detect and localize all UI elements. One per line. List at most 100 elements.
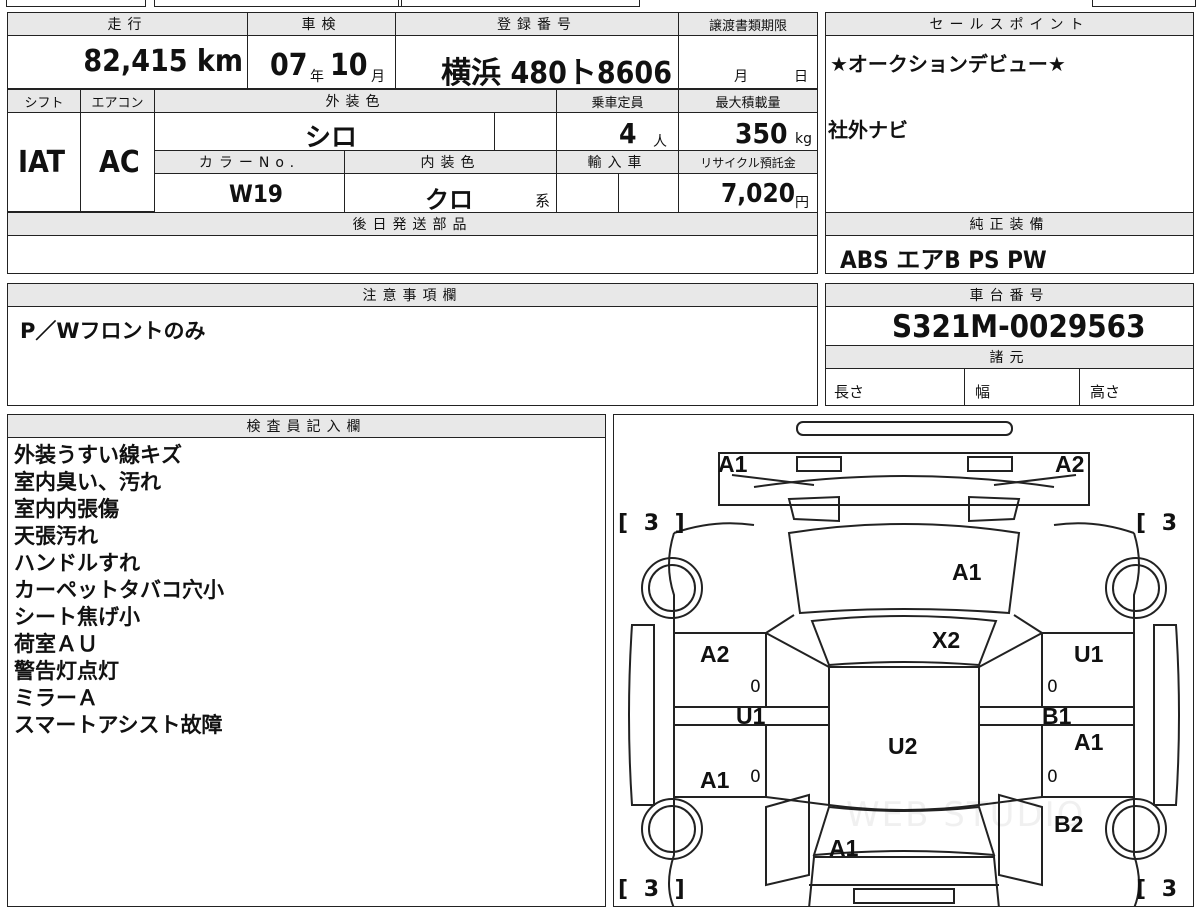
sales-point-cell: ★オークションデビュー★ 社外ナビ [825, 35, 1194, 213]
sales-point-line2: 社外ナビ [828, 118, 908, 142]
shift-value: IAT [18, 145, 66, 180]
notes-value: P／Wフロントのみ [20, 319, 206, 343]
capacity-value: 4 [619, 117, 637, 150]
recycle-value: 7,020 [721, 179, 795, 209]
exterior-color-cell: シロ [154, 112, 495, 153]
length-label: 長さ [834, 383, 865, 401]
chassis-header: 車台番号 [825, 283, 1194, 307]
interior-color-value: クロ [425, 186, 473, 214]
interior-color-header: 内装色 [344, 150, 557, 174]
inspection-cell: 07 年 10 月 [247, 35, 396, 89]
width-label: 幅 [975, 383, 991, 401]
deadline-month: 月 [734, 69, 748, 85]
exterior-color-header: 外装色 [154, 89, 557, 113]
inspector-line: 室内臭い、汚れ [14, 470, 161, 494]
sales-point-line1: ★オークションデビュー★ [830, 52, 1066, 76]
inspection-year: 07 [270, 48, 308, 83]
import-cell-b [618, 173, 679, 213]
height-label: 高さ [1090, 383, 1121, 401]
capacity-header: 乗車定員 [556, 89, 679, 113]
sales-point-header: セールスポイント [825, 12, 1194, 36]
car-diagram: A1 A2 [ 3 ] [ 3 ] [ 3 ] [ 3 ] A1 X2 A2 0… [613, 414, 1194, 907]
label-right-mid: B1 [1042, 703, 1072, 729]
width-cell: 幅 [964, 368, 1080, 406]
aircon-value: AC [99, 145, 140, 180]
inspector-line: シート焦げ小 [14, 605, 140, 629]
interior-color-cell: クロ 系 [344, 173, 557, 214]
dims-header: 諸元 [825, 345, 1194, 369]
recycle-header: リサイクル預託金 [678, 150, 818, 174]
label-roof: U2 [888, 733, 918, 759]
recycle-unit: 円 [795, 195, 809, 211]
label-left-rear-door: A1 [700, 767, 730, 793]
capacity-unit: 人 [653, 134, 667, 150]
deadline-day: 日 [794, 69, 808, 85]
equipment-cell: ABS エアB PS PW [825, 235, 1194, 274]
label-left-front-door: A2 [700, 641, 730, 667]
length-cell: 長さ [825, 368, 965, 406]
inspector-line: カーペットタバコ穴小 [14, 578, 224, 602]
inspection-header: 車検 [247, 12, 396, 36]
inspector-line: 天張汚れ [14, 524, 98, 548]
registration-cell: 横浜 480ト8606 [395, 35, 679, 91]
height-cell: 高さ [1079, 368, 1194, 406]
label-front-right: A2 [1055, 451, 1085, 477]
zero-left-rear: 0 [750, 767, 761, 787]
shift-header: シフト [7, 89, 81, 113]
inspector-list: 外装うすい線キズ 室内臭い、汚れ 室内内張傷 天張汚れ ハンドルすれ カーペット… [14, 442, 224, 739]
exterior-color-value: シロ [305, 123, 358, 153]
later-parts-header: 後日発送部品 [7, 212, 818, 236]
max-load-value: 350 [735, 117, 788, 150]
label-rear: A1 [829, 835, 859, 861]
mileage-cell: 82,415 km [7, 35, 248, 89]
registration-value: 横浜 480ト8606 [441, 56, 672, 91]
import-header: 輸入車 [556, 150, 679, 174]
inspector-header: 検査員記入欄 [7, 414, 606, 438]
shift-cell: IAT [7, 112, 81, 212]
equipment-header: 純正装備 [825, 212, 1194, 236]
zero-left-front: 0 [750, 677, 761, 697]
inspector-cell: 外装うすい線キズ 室内臭い、汚れ 室内内張傷 天張汚れ ハンドルすれ カーペット… [7, 437, 606, 907]
inspection-month: 10 [330, 48, 368, 83]
aircon-header: エアコン [80, 89, 155, 113]
inspector-line: 荷室ＡＵ [14, 632, 98, 656]
import-cell-a [556, 173, 619, 213]
recycle-cell: 7,020 円 [678, 173, 818, 213]
transfer-deadline-header: 譲渡書類期限 [678, 12, 818, 36]
label-windshield: A1 [952, 559, 982, 585]
bracket-bottom-left: [ 3 ] [618, 877, 689, 902]
chassis-cell: S321M-0029563 [825, 306, 1194, 346]
exterior-color-extra [494, 112, 557, 151]
color-no-header: カラーNo. [154, 150, 345, 174]
label-right-rear-door: A1 [1074, 729, 1104, 755]
bracket-top-right: [ 3 ] [1136, 511, 1193, 536]
label-left-mid: U1 [736, 703, 766, 729]
transfer-deadline-cell: 月 日 [678, 35, 818, 89]
notes-header: 注意事項欄 [7, 283, 818, 307]
mileage-value: 82,415 km [83, 44, 243, 79]
notes-cell: P／Wフロントのみ [7, 306, 818, 406]
interior-color-suffix: 系 [535, 192, 551, 210]
inspector-line: スマートアシスト故障 [14, 713, 223, 737]
equipment-value: ABS エアB PS PW [840, 246, 1047, 274]
aircon-cell: AC [80, 112, 155, 212]
top-strip [6, 0, 1196, 8]
inspector-line: 警告灯点灯 [14, 659, 119, 683]
bracket-top-left: [ 3 ] [618, 511, 689, 536]
inspection-year-unit: 年 [310, 69, 324, 85]
color-no-cell: W19 [154, 173, 345, 213]
color-no-value: W19 [229, 180, 283, 208]
inspector-line: ハンドルすれ [14, 551, 140, 575]
max-load-header: 最大積載量 [678, 89, 818, 113]
zero-right-rear: 0 [1047, 767, 1058, 787]
max-load-cell: 350 kg [678, 112, 818, 151]
inspection-month-unit: 月 [371, 69, 385, 85]
label-right-front-door: U1 [1074, 641, 1104, 667]
watermark: WEB STUDIO [846, 795, 1086, 835]
inspector-line: ミラーＡ [14, 686, 98, 710]
max-load-unit: kg [795, 131, 812, 147]
label-roof-front: X2 [932, 627, 961, 653]
registration-header: 登録番号 [395, 12, 679, 36]
zero-right-front: 0 [1047, 677, 1058, 697]
mileage-header: 走行 [7, 12, 248, 36]
